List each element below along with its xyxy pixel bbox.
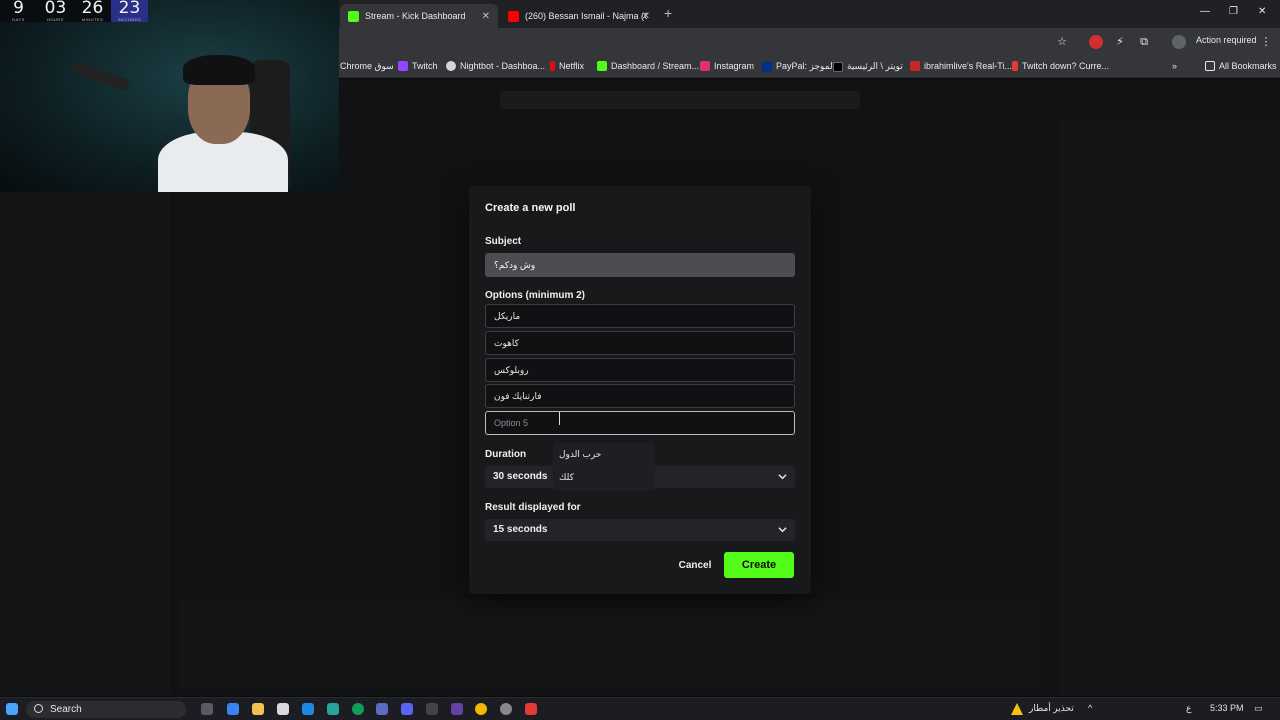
kick-favicon-icon (348, 10, 359, 22)
bookmarks-overflow-icon[interactable]: » (1172, 61, 1177, 71)
chrome-icon[interactable] (475, 703, 487, 715)
bookmark-paypal[interactable]: PayPal: الموجز (762, 61, 835, 72)
result-label: Result displayed for (485, 502, 581, 513)
minimize-icon[interactable]: — (1200, 6, 1210, 17)
task-view-icon[interactable] (201, 703, 213, 715)
bookmark-realtime[interactable]: ibrahimlive's Real-Ti... (910, 61, 1012, 71)
option-5-input[interactable]: Option 5 (485, 411, 795, 435)
weather-text[interactable]: تحذير أمطار (1029, 703, 1074, 714)
timer-days: 9 DAYS (12, 0, 25, 22)
app-icon[interactable] (277, 703, 289, 715)
app-icon[interactable] (302, 703, 314, 715)
modal-title: Create a new poll (485, 202, 576, 214)
microphone-arm (69, 60, 131, 92)
start-button-icon[interactable] (6, 703, 18, 715)
youtube-favicon-icon (508, 10, 519, 22)
autocomplete-dropdown: حرب الدول كلك (553, 443, 655, 491)
timer-hours: 03 HOURS (44, 0, 67, 22)
kick-icon (597, 61, 607, 71)
create-poll-modal: Create a new poll Subject وش ودكم؟ Optio… (469, 186, 811, 594)
stream-info-dimmed (180, 599, 1040, 689)
options-label: Options (minimum 2) (485, 290, 585, 301)
tray-overflow-icon[interactable]: ^ (1088, 703, 1092, 713)
app-icon[interactable] (525, 703, 537, 715)
folder-icon (1205, 61, 1215, 71)
webcam-overlay: 9 DAYS 03 HOURS 26 MINUTES 23 SECONDS (0, 0, 339, 192)
search-bar-dimmed (500, 91, 860, 109)
twitch-icon (398, 61, 408, 71)
instagram-icon (700, 61, 710, 71)
chat-panel-dimmed (1060, 119, 1280, 696)
nightbot-icon (446, 61, 456, 71)
new-tab-icon[interactable]: + (664, 5, 672, 21)
streamer-hair (183, 55, 255, 85)
bookmark-twitch-down[interactable]: Twitch down? Curre... (1012, 61, 1109, 71)
netflix-icon (550, 61, 555, 71)
extension-record-icon[interactable] (1089, 35, 1103, 49)
clock[interactable]: 5:33 PM (1210, 703, 1244, 713)
input-language[interactable]: ع (1186, 703, 1191, 714)
extension-icon[interactable]: ⚡ (1113, 35, 1127, 49)
timer-seconds: 23 SECONDS (111, 0, 148, 22)
app-icon[interactable] (376, 703, 388, 715)
edge-icon[interactable] (227, 703, 239, 715)
screen: Stream - Kick Dashboard ✕ (260) Bessan I… (0, 0, 1280, 720)
timer-minutes: 26 MINUTES (81, 0, 104, 22)
app-icon[interactable] (426, 703, 438, 715)
bookmark-netflix[interactable]: Netflix (550, 61, 584, 71)
bookmark-kick-dashboard[interactable]: Dashboard / Stream... (597, 61, 699, 71)
twitch-icon[interactable] (451, 703, 463, 715)
notification-icon[interactable]: ▭ (1254, 703, 1263, 714)
app-icon[interactable] (500, 703, 512, 715)
action-required-button[interactable]: Action required (1196, 35, 1257, 45)
taskbar-search[interactable]: Search (26, 701, 186, 718)
subject-input[interactable]: وش ودكم؟ (485, 253, 795, 277)
bookmark-twitter[interactable]: تويتر \ الرئيسية (833, 61, 903, 72)
bookmark-instagram[interactable]: Instagram (700, 61, 754, 71)
bookmark-star-icon[interactable]: ☆ (1055, 35, 1069, 49)
tab-label: Stream - Kick Dashboard (365, 11, 466, 21)
result-duration-select[interactable]: 15 seconds (485, 519, 795, 541)
create-button[interactable]: Create (724, 552, 794, 578)
text-cursor-icon (559, 412, 564, 425)
tab-label: (260) Bessan Ismail - Najma (Of (525, 11, 647, 21)
close-tab-icon[interactable]: ✕ (482, 11, 490, 22)
option-4-input[interactable]: فارتنايك فون (485, 384, 795, 408)
duration-label: Duration (485, 449, 527, 460)
menu-kebab-icon[interactable]: ⋮ (1259, 35, 1273, 49)
stats-icon (910, 61, 920, 71)
close-tab-icon[interactable]: ✕ (642, 11, 650, 22)
windows-taskbar: Search تحذير أمطار ^ ع 5:33 PM ▭ (0, 697, 1280, 720)
autocomplete-item[interactable]: حرب الدول (553, 443, 655, 466)
option-2-input[interactable]: كاهوت (485, 331, 795, 355)
subject-label: Subject (485, 236, 522, 247)
file-explorer-icon[interactable] (252, 703, 264, 715)
sidebar-dimmed (0, 189, 170, 696)
bookmark-chrome-store[interactable]: Chrome سوق (340, 61, 394, 72)
paypal-icon (762, 61, 772, 72)
option-1-input[interactable]: ماريكل (485, 304, 795, 328)
close-window-icon[interactable]: ✕ (1258, 6, 1266, 17)
app-icon[interactable] (327, 703, 339, 715)
x-twitter-icon (833, 61, 843, 72)
autocomplete-item[interactable]: كلك (553, 466, 655, 489)
bookmark-twitch[interactable]: Twitch (398, 61, 438, 71)
maximize-icon[interactable]: ❐ (1229, 6, 1238, 17)
chevron-down-icon (778, 527, 787, 533)
browser-icon[interactable] (352, 703, 364, 715)
alert-icon (1012, 61, 1018, 71)
chevron-down-icon (778, 474, 787, 480)
weather-warning-icon[interactable] (1011, 703, 1023, 715)
tab-kick-dashboard[interactable]: Stream - Kick Dashboard ✕ (340, 4, 498, 28)
search-icon (34, 704, 43, 713)
tab-youtube[interactable]: (260) Bessan Ismail - Najma (Of ✕ (500, 4, 658, 28)
extensions-puzzle-icon[interactable]: ⧉ (1137, 35, 1151, 49)
discord-icon[interactable] (401, 703, 413, 715)
all-bookmarks-button[interactable]: All Bookmarks (1205, 61, 1277, 71)
cancel-button[interactable]: Cancel (670, 553, 720, 577)
countdown-timer: 9 DAYS 03 HOURS 26 MINUTES 23 SECONDS (0, 0, 148, 22)
option-3-input[interactable]: روبلوكس (485, 358, 795, 382)
profile-avatar-icon[interactable] (1172, 35, 1186, 49)
bookmark-nightbot[interactable]: Nightbot - Dashboa... (446, 61, 545, 71)
